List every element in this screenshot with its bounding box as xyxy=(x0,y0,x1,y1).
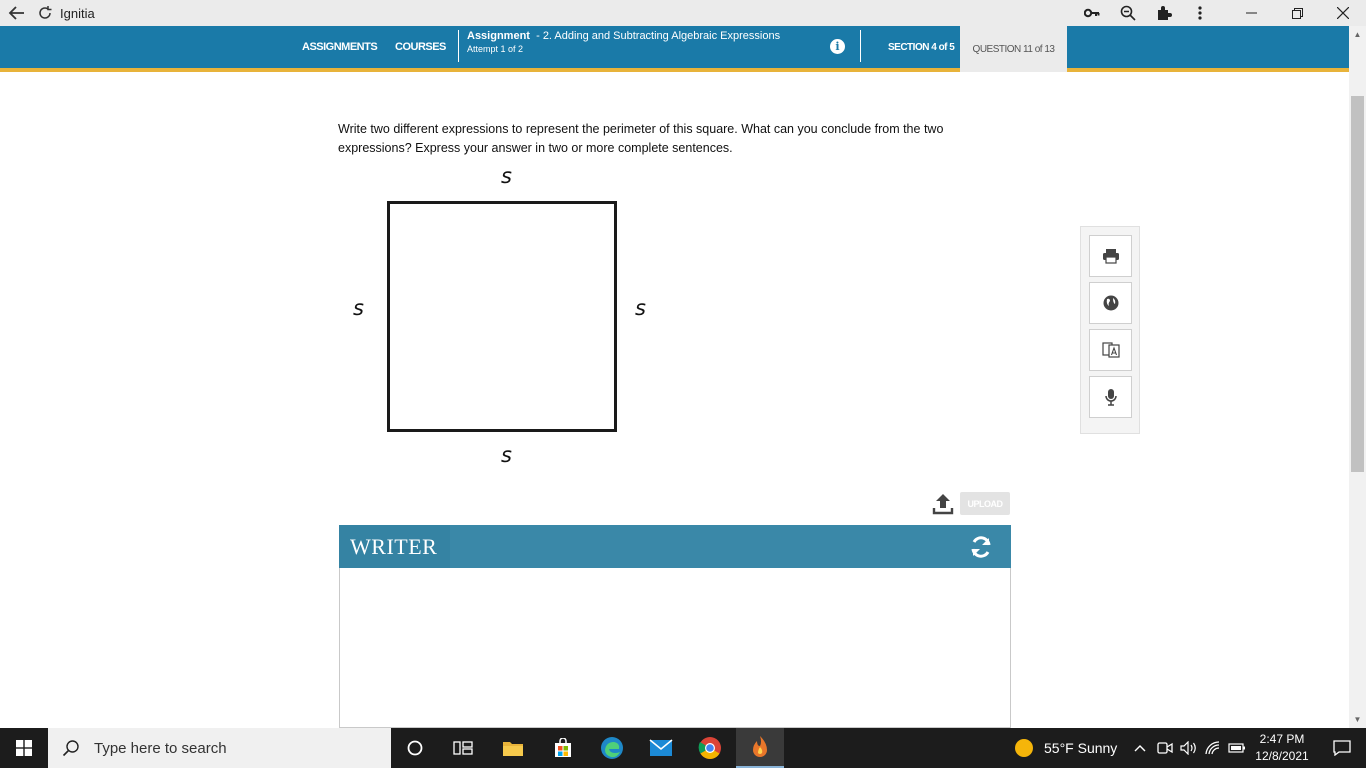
ignitia-app-icon[interactable] xyxy=(736,728,784,768)
volume-icon[interactable] xyxy=(1177,728,1201,768)
store-icon[interactable] xyxy=(539,728,587,768)
key-icon[interactable] xyxy=(1074,0,1110,26)
browser-title: Ignitia xyxy=(60,5,95,21)
taskbar-search[interactable]: Type here to search xyxy=(48,728,391,768)
meet-now-icon[interactable] xyxy=(1153,728,1177,768)
scroll-down-icon[interactable]: ▼ xyxy=(1349,711,1366,728)
square-figure xyxy=(387,201,617,432)
system-clock[interactable]: 2:47 PM 12/8/2021 xyxy=(1250,731,1314,765)
clock-time: 2:47 PM xyxy=(1259,732,1305,746)
weather-icon[interactable] xyxy=(1000,728,1048,768)
writer-header: WRITER xyxy=(339,525,1011,568)
writer-text-area[interactable] xyxy=(339,568,1011,728)
square-label-right: s xyxy=(635,296,646,320)
square-label-top: s xyxy=(501,164,512,188)
mail-icon[interactable] xyxy=(637,728,685,768)
app-header: ASSIGNMENTS COURSES Assignment - 2. Addi… xyxy=(0,26,1349,72)
start-button[interactable] xyxy=(0,728,48,768)
section-indicator: SECTION 4 of 5 xyxy=(888,41,955,53)
search-icon xyxy=(62,740,79,757)
translate-button[interactable] xyxy=(1089,329,1132,371)
refresh-icon[interactable] xyxy=(34,0,56,26)
windows-taskbar: Type here to search 55°F Sunny 2:47 PM 1… xyxy=(0,728,1366,768)
translate-icon xyxy=(1101,342,1120,358)
chevron-up-icon[interactable] xyxy=(1128,728,1152,768)
assignment-label: Assignment xyxy=(467,30,530,42)
question-indicator[interactable]: QUESTION 11 of 13 xyxy=(960,26,1067,72)
info-icon[interactable]: i xyxy=(830,39,845,54)
nav-courses[interactable]: COURSES xyxy=(395,26,446,68)
square-label-bottom: s xyxy=(501,443,512,467)
wifi-icon[interactable] xyxy=(1201,728,1225,768)
file-explorer-icon[interactable] xyxy=(489,728,537,768)
chrome-icon[interactable] xyxy=(686,728,734,768)
restore-icon[interactable] xyxy=(1274,0,1320,26)
globe-icon xyxy=(1103,295,1118,311)
task-view-icon[interactable] xyxy=(439,728,487,768)
attempt-label: Attempt 1 of 2 xyxy=(467,44,524,54)
header-divider xyxy=(860,30,861,62)
search-placeholder: Type here to search xyxy=(94,739,227,757)
refresh-icon[interactable] xyxy=(969,535,993,559)
tools-panel xyxy=(1080,226,1140,434)
nav-assignments[interactable]: ASSIGNMENTS xyxy=(302,26,378,68)
weather-text[interactable]: 55°F Sunny xyxy=(1044,728,1117,768)
browser-titlebar: Ignitia xyxy=(0,0,1366,26)
upload-icon[interactable] xyxy=(932,492,954,516)
writer-title: WRITER xyxy=(339,525,450,568)
assignment-info: Assignment - 2. Adding and Subtracting A… xyxy=(458,30,780,62)
question-prompt: Write two different expressions to repre… xyxy=(338,122,944,155)
zoom-icon[interactable] xyxy=(1110,0,1146,26)
minimize-icon[interactable] xyxy=(1228,0,1274,26)
globe-button[interactable] xyxy=(1089,282,1132,324)
scroll-thumb[interactable] xyxy=(1351,96,1364,472)
page-scrollbar[interactable]: ▲ ▼ xyxy=(1349,26,1366,728)
extensions-icon[interactable] xyxy=(1146,0,1182,26)
cortana-icon[interactable] xyxy=(391,728,439,768)
square-label-left: s xyxy=(353,296,364,320)
microphone-icon xyxy=(1104,389,1117,406)
battery-icon[interactable] xyxy=(1225,728,1249,768)
more-vert-icon[interactable] xyxy=(1182,0,1218,26)
print-button[interactable] xyxy=(1089,235,1132,277)
back-arrow-icon[interactable] xyxy=(0,0,34,26)
notifications-icon[interactable] xyxy=(1318,728,1366,768)
clock-date: 12/8/2021 xyxy=(1255,749,1309,763)
microphone-button[interactable] xyxy=(1089,376,1132,418)
upload-button[interactable]: UPLOAD xyxy=(960,492,1010,515)
scroll-up-icon[interactable]: ▲ xyxy=(1349,26,1366,43)
windows-logo-icon xyxy=(16,740,32,756)
print-icon xyxy=(1102,249,1119,264)
edge-icon[interactable] xyxy=(588,728,636,768)
close-icon[interactable] xyxy=(1320,0,1366,26)
assignment-title: - 2. Adding and Subtracting Algebraic Ex… xyxy=(536,30,781,42)
